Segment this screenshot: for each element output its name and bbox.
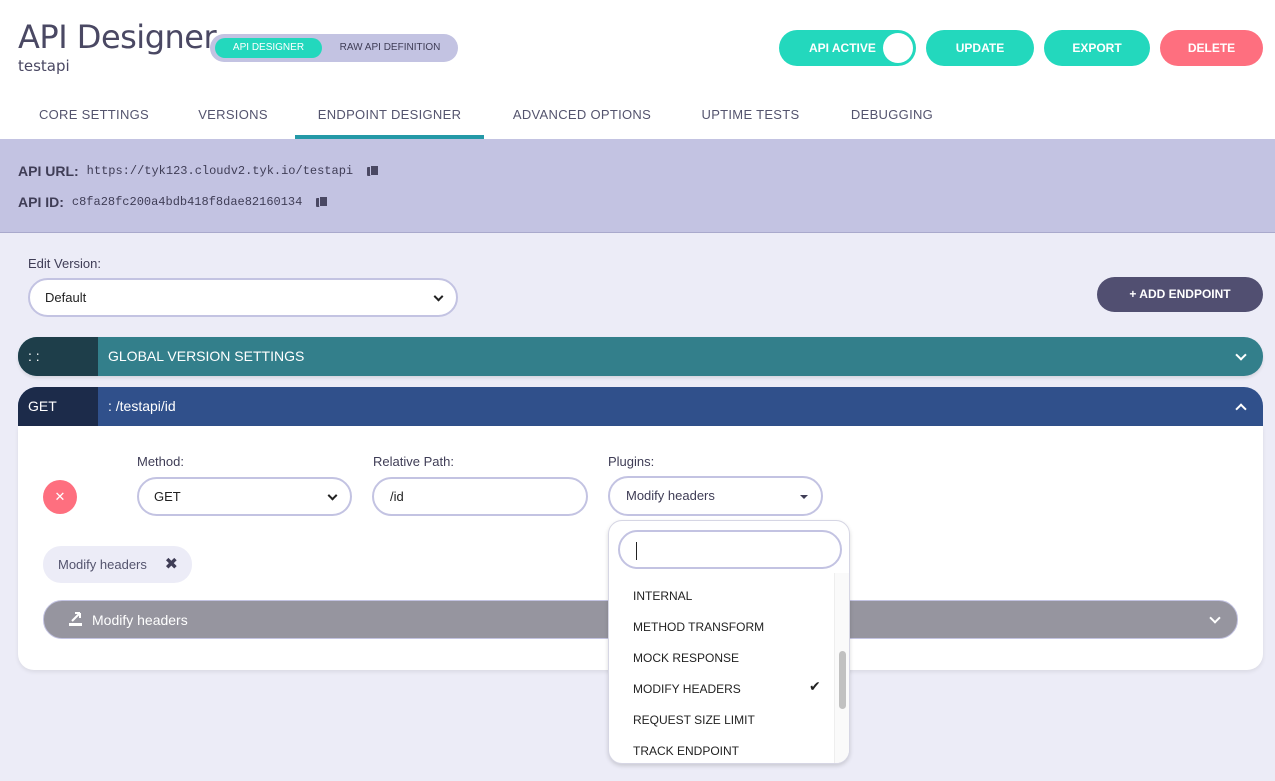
view-toggle: API DESIGNER RAW API DEFINITION — [210, 34, 458, 62]
endpoint-header[interactable]: GET : /testapi/id — [18, 387, 1263, 426]
drag-handle[interactable]: : : — [18, 337, 98, 376]
copy-icon[interactable] — [316, 196, 329, 208]
caret-down-icon — [800, 495, 808, 499]
toggle-knob — [883, 33, 913, 63]
plugins-label: Plugins: — [608, 454, 655, 469]
plugin-chip-label: Modify headers — [58, 557, 147, 572]
plugin-option-request-size-limit[interactable]: REQUEST SIZE LIMIT — [633, 713, 755, 727]
method-label: Method: — [137, 454, 184, 469]
text-cursor — [636, 542, 637, 560]
api-url-label: API URL: — [18, 163, 79, 179]
api-id-label: API ID: — [18, 194, 64, 210]
delete-button[interactable]: DELETE — [1160, 30, 1263, 66]
edit-version-label: Edit Version: — [28, 256, 101, 271]
remove-endpoint-button[interactable]: ✕ — [43, 480, 77, 514]
api-name: testapi — [18, 57, 70, 75]
tab-debugging[interactable]: DEBUGGING — [842, 96, 942, 139]
global-version-settings-header[interactable]: : : GLOBAL VERSION SETTINGS — [18, 337, 1263, 376]
tab-uptime-tests[interactable]: UPTIME TESTS — [693, 96, 808, 139]
copy-icon[interactable] — [367, 165, 380, 177]
method-value: GET — [154, 489, 181, 504]
method-badge: GET — [18, 387, 98, 426]
api-active-toggle[interactable]: API ACTIVE — [779, 30, 916, 66]
page-title: API Designer — [18, 18, 217, 56]
add-endpoint-button[interactable]: + ADD ENDPOINT — [1097, 277, 1263, 312]
edit-version-select[interactable]: Default — [28, 278, 458, 317]
header: API Designer testapi API DESIGNER RAW AP… — [0, 0, 1275, 139]
chevron-down-icon — [327, 490, 338, 501]
tab-bar: CORE SETTINGS VERSIONS ENDPOINT DESIGNER… — [0, 96, 1275, 139]
export-button[interactable]: EXPORT — [1044, 30, 1150, 66]
api-url-row: API URL: https://tyk123.cloudv2.tyk.io/t… — [18, 163, 380, 179]
api-designer-view-button[interactable]: API DESIGNER — [215, 38, 322, 58]
global-version-settings-title: GLOBAL VERSION SETTINGS — [108, 348, 305, 364]
update-button[interactable]: UPDATE — [926, 30, 1034, 66]
plugin-option-internal[interactable]: INTERNAL — [633, 589, 692, 603]
plugins-value: Modify headers — [626, 488, 715, 503]
tab-core-settings[interactable]: CORE SETTINGS — [30, 96, 158, 139]
chevron-down-icon — [1209, 612, 1221, 624]
relative-path-label: Relative Path: — [373, 454, 454, 469]
plugin-chip: Modify headers ✖ — [43, 546, 192, 583]
remove-plugin-icon[interactable]: ✖ — [165, 546, 178, 583]
tab-advanced-options[interactable]: ADVANCED OPTIONS — [502, 96, 662, 139]
api-id-value: c8fa28fc200a4bdb418f8dae82160134 — [71, 195, 303, 209]
plugins-select[interactable]: Modify headers — [608, 476, 823, 516]
plugin-search-input[interactable] — [618, 530, 842, 569]
modify-headers-section-title: Modify headers — [92, 612, 188, 628]
tab-endpoint-designer[interactable]: ENDPOINT DESIGNER — [295, 96, 484, 139]
plugins-dropdown: INTERNAL METHOD TRANSFORM MOCK RESPONSE … — [608, 520, 850, 764]
dropdown-scrollbar[interactable] — [834, 573, 849, 763]
api-active-label: API ACTIVE — [809, 41, 876, 55]
chevron-down-icon — [433, 291, 444, 302]
scrollbar-thumb[interactable] — [839, 651, 846, 709]
api-url-value: https://tyk123.cloudv2.tyk.io/testapi — [86, 164, 354, 178]
raw-api-definition-button[interactable]: RAW API DEFINITION — [326, 38, 454, 58]
plugin-option-method-transform[interactable]: METHOD TRANSFORM — [633, 620, 764, 634]
plugin-option-mock-response[interactable]: MOCK RESPONSE — [633, 651, 739, 665]
tab-versions[interactable]: VERSIONS — [188, 96, 278, 139]
endpoint-path-title: : /testapi/id — [108, 398, 176, 414]
check-icon: ✔ — [809, 678, 821, 694]
plugin-option-track-endpoint[interactable]: TRACK ENDPOINT — [633, 744, 739, 758]
method-select[interactable]: GET — [137, 477, 352, 516]
import-icon — [69, 612, 82, 626]
api-id-row: API ID: c8fa28fc200a4bdb418f8dae82160134 — [18, 194, 329, 210]
api-info-strip: API URL: https://tyk123.cloudv2.tyk.io/t… — [0, 139, 1275, 233]
edit-version-value: Default — [45, 290, 87, 305]
relative-path-input[interactable]: /id — [372, 477, 588, 516]
plugin-option-modify-headers[interactable]: MODIFY HEADERS — [633, 682, 741, 696]
